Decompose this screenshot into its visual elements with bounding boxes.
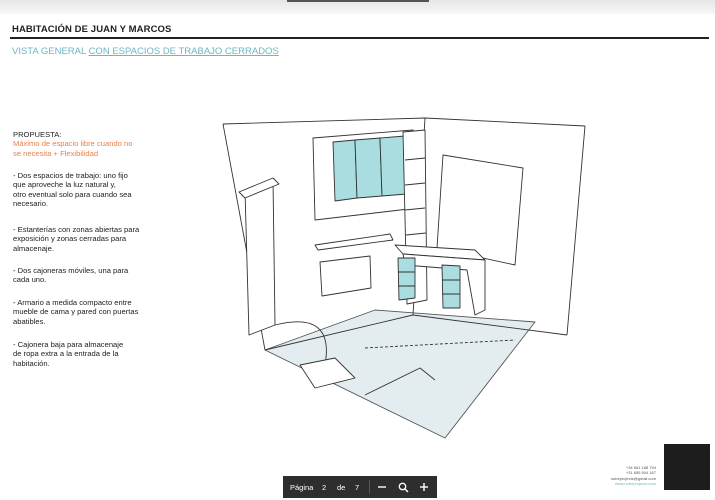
item-1-line-1: - Dos espacios de trabajo: uno fijo [13,171,128,180]
plus-icon [420,483,428,491]
title-divider [10,37,709,39]
zoom-search-button[interactable] [395,479,411,495]
proposal-heading: PROPUESTA: [13,130,62,139]
proposal-item-4: - Armario a medida compacto entre mueble… [13,298,163,326]
door [244,179,276,336]
zoom-out-button[interactable] [374,479,390,495]
item-4-line-1: - Armario a medida compacto entre [13,298,132,307]
drawer-unit-1 [397,257,416,301]
contact-info: +34 661 188 794 +31 655 504 167 nubeproj… [560,465,656,486]
page-label: Página [290,483,314,492]
proposal-item-5: - Cajonera baja para almacenaje de ropa … [13,340,163,368]
zoom-in-button[interactable] [416,479,432,495]
item-2-line-2: exposición y zonas cerradas para [13,234,127,244]
item-5-line-2: de ropa extra a la entrada de la [13,349,119,359]
wall-shelf [314,233,394,251]
item-1-line-3: otro eventual solo para cuando sea [13,189,132,199]
proposal-item-1: - Dos espacios de trabajo: uno fijo que … [13,171,163,209]
of-label: de [337,483,346,492]
item-5-line-1: - Cajonera baja para almacenaje [13,340,124,349]
viewer-top-tab [287,0,429,2]
subtitle-underlined: CON ESPACIOS DE TRABAJO CERRADOS [88,46,279,57]
page-navigation-bar: Página 2 de 7 [283,476,437,498]
viewer-top-bar [0,0,715,14]
item-4-line-2: mueble de cama y pared con puertas [13,307,139,317]
item-1-line-2: que aproveche la luz natural y, [13,180,116,190]
item-3-line-1: - Dos cajoneras móviles, una para [13,266,129,275]
proposal-highlight-1: Máximo de espacio libre cuando no [13,139,133,149]
item-3-line-2: cada uno. [13,275,47,285]
drawer-unit-2 [441,264,461,309]
minus-icon [378,486,386,488]
back-wall-top [222,117,586,127]
radiator [319,255,372,297]
room-isometric-drawing [222,117,586,439]
cabinet-door-1 [332,139,358,202]
subtitle-plain: VISTA GENERAL [12,46,89,57]
current-page-field[interactable]: 2 [322,483,326,492]
cabinet-door-2 [354,137,383,199]
brand-logo [664,444,710,490]
proposal-heading-block: PROPUESTA: Máximo de espacio libre cuand… [13,130,163,158]
magnifier-icon [398,482,408,492]
proposal-item-2: - Estanterías con zonas abiertas para ex… [13,225,163,253]
item-2-line-3: almacenaje. [13,243,54,253]
proposal-highlight-2: se necesita + Flexibilidad [13,148,99,158]
contact-web: www.nubeprojects.com [614,480,656,486]
page-subtitle: VISTA GENERAL CON ESPACIOS DE TRABAJO CE… [12,46,279,57]
right-wall-edge [566,125,586,336]
total-pages: 7 [355,483,360,492]
item-1-line-4: necesario. [13,199,49,209]
item-4-line-3: abatibles. [13,316,46,326]
pager-divider [369,480,370,494]
page-title: HABITACIÓN DE JUAN Y MARCOS [12,24,172,35]
proposal-item-3: - Dos cajoneras móviles, una para cada u… [13,266,163,285]
item-2-line-1: - Estanterías con zonas abiertas para [13,225,140,234]
item-5-line-3: habitación. [13,358,50,368]
